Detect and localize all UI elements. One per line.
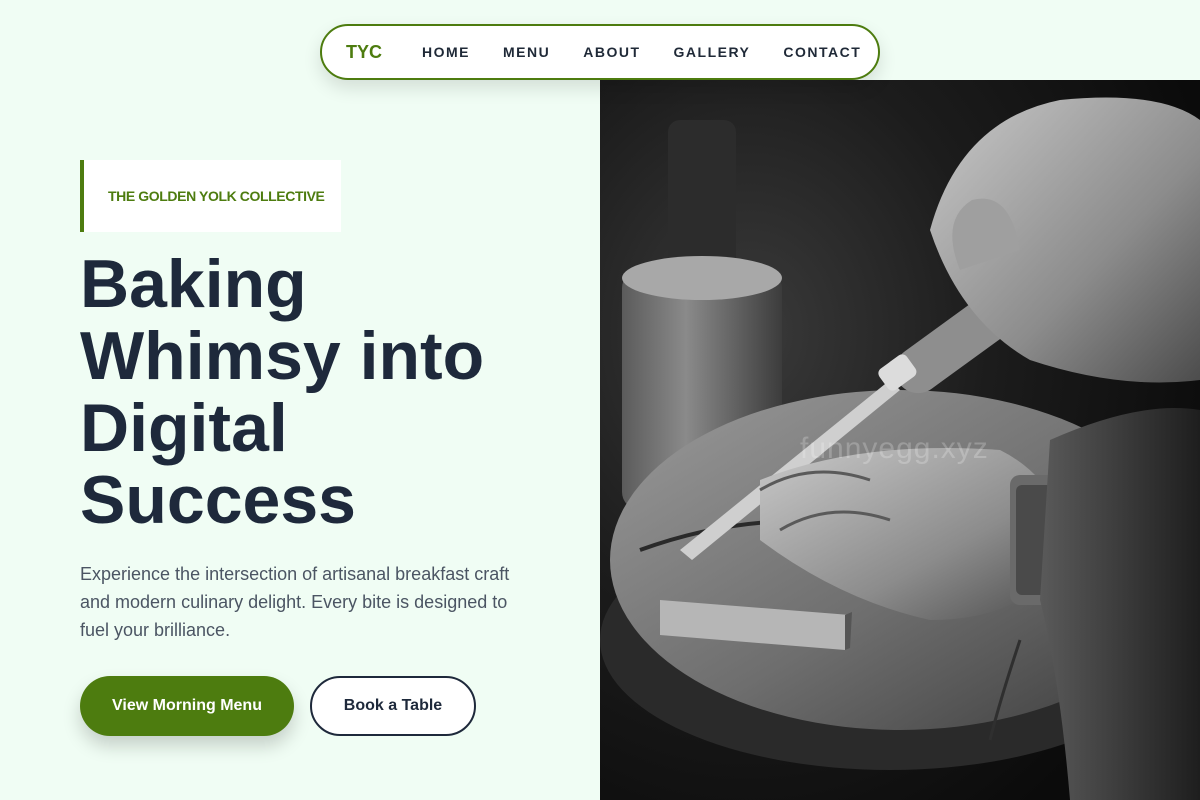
nav-links: HOME MENU ABOUT GALLERY CONTACT (422, 44, 861, 60)
book-table-button[interactable]: Book a Table (310, 676, 476, 736)
landing-page: TYC HOME MENU ABOUT GALLERY CONTACT THE … (0, 0, 1200, 800)
nav-link-menu[interactable]: MENU (503, 44, 550, 60)
hero-photo-woodcarving: funnyegg.xyz (600, 80, 1200, 800)
brand-logo[interactable]: TYC (346, 42, 382, 63)
nav-link-home[interactable]: HOME (422, 44, 470, 60)
top-navigation: TYC HOME MENU ABOUT GALLERY CONTACT (320, 24, 880, 80)
image-watermark: funnyegg.xyz (800, 432, 989, 465)
nav-link-contact[interactable]: CONTACT (783, 44, 861, 60)
eyebrow-badge: THE GOLDEN YOLK COLLECTIVE (80, 160, 341, 232)
eyebrow-text: THE GOLDEN YOLK COLLECTIVE (108, 188, 325, 204)
hero-description: Experience the intersection of artisanal… (80, 564, 510, 640)
nav-link-about[interactable]: ABOUT (583, 44, 640, 60)
view-menu-button[interactable]: View Morning Menu (80, 676, 294, 736)
nav-link-gallery[interactable]: GALLERY (674, 44, 751, 60)
hero-headline: Baking Whimsy into Digital Success (80, 246, 485, 538)
